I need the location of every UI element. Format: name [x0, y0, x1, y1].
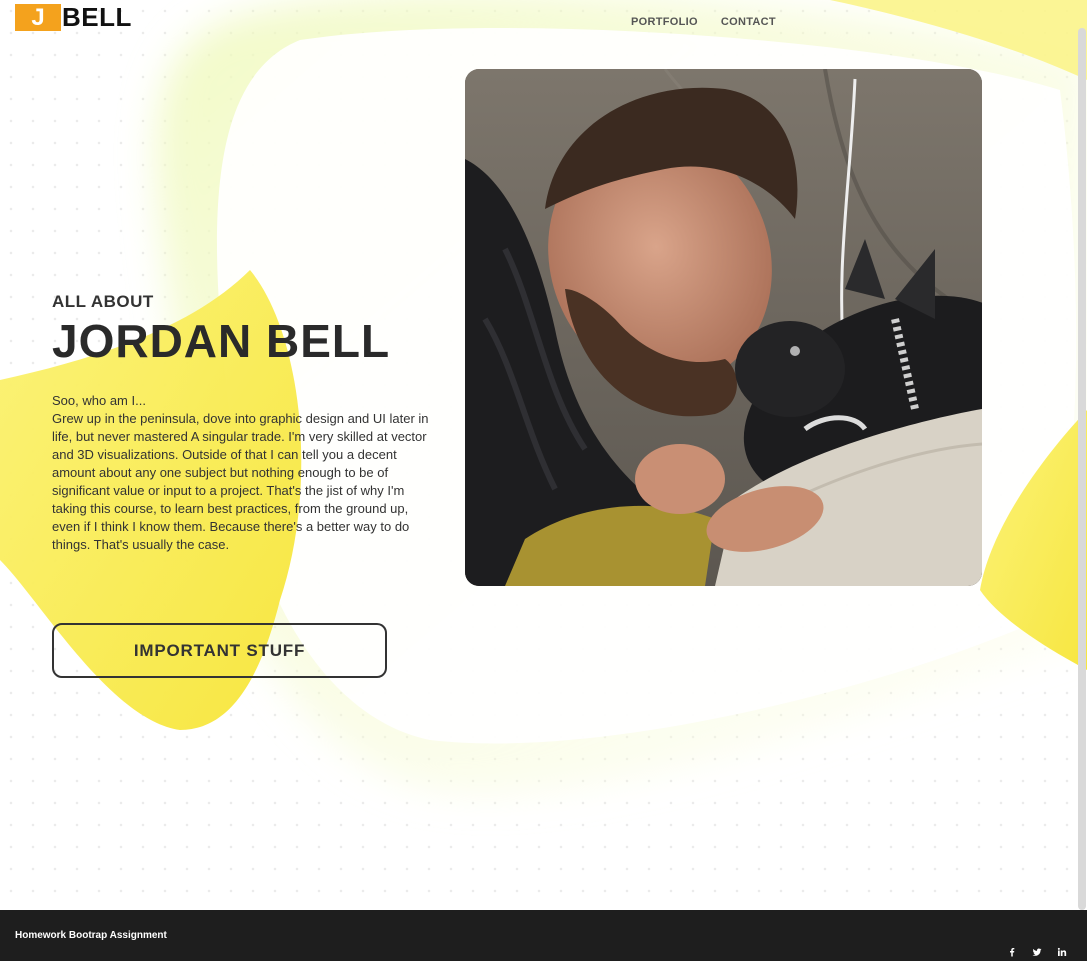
nav-link-portfolio[interactable]: PORTFOLIO: [631, 15, 698, 29]
nav-link-contact[interactable]: CONTACT: [721, 15, 776, 29]
hero-kicker: ALL ABOUT: [52, 292, 154, 311]
main-nav: PORTFOLIO CONTACT: [631, 15, 776, 29]
footer-facebook-icon[interactable]: [1007, 944, 1017, 957]
footer-text: Homework Bootrap Assignment: [15, 930, 167, 941]
hero-name: JORDAN BELL: [52, 315, 391, 367]
footer-linkedin-icon[interactable]: [1057, 944, 1067, 956]
footer-twitter-icon[interactable]: [1032, 944, 1042, 956]
important-stuff-button[interactable]: IMPORTANT STUFF: [52, 623, 387, 678]
site-footer: Homework Bootrap Assignment: [0, 910, 1087, 961]
logo-mark: J: [15, 4, 61, 31]
page-scrollbar[interactable]: [1078, 28, 1086, 910]
site-logo[interactable]: J BELL: [15, 4, 132, 31]
intro-body: Grew up in the peninsula, dove into grap…: [52, 411, 429, 552]
logo-wordmark: BELL: [62, 2, 132, 32]
profile-photo: [465, 69, 982, 586]
hero-intro: Soo, who am I... Grew up in the peninsul…: [52, 392, 440, 554]
intro-lead: Soo, who am I...: [52, 393, 146, 408]
